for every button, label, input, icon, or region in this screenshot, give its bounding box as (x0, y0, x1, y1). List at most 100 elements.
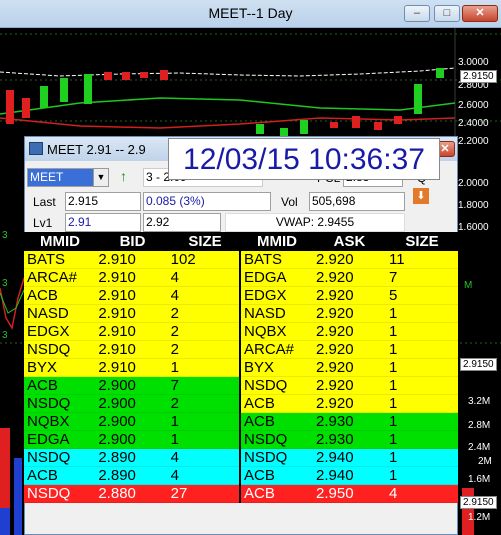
size-cell: 2 (170, 395, 180, 412)
table-row[interactable]: NSDQ 2.940 1 (241, 449, 458, 467)
vol-label: Vol (281, 195, 298, 209)
price-cell: 2.930 (316, 413, 354, 430)
table-row[interactable]: NQBX 2.900 1 (24, 413, 239, 431)
clock-display: 12/03/15 10:36:37 (168, 138, 440, 180)
level2-title: MEET 2.91 -- 2.9 (47, 142, 146, 157)
size-cell: 1 (170, 413, 180, 430)
table-row[interactable]: NSDQ 2.910 2 (24, 341, 239, 359)
price-cell: 2.910 (98, 341, 136, 358)
table-row[interactable]: ARCA# 2.920 1 (241, 341, 458, 359)
last-value: 2.915 (65, 192, 141, 211)
mmid-cell: NASD (27, 305, 69, 322)
price-cell: 2.900 (98, 413, 136, 430)
price-cell: 2.890 (98, 449, 136, 466)
chevron-down-icon[interactable]: ▼ (93, 168, 109, 187)
mmid-cell: ACB (27, 467, 58, 484)
ask-price-header[interactable]: ASK (313, 232, 386, 251)
bid-size-header[interactable]: SIZE (169, 232, 241, 251)
close-button[interactable]: ✕ (462, 5, 498, 22)
mmid-cell: ACB (244, 467, 275, 484)
ask-size-header[interactable]: SIZE (386, 232, 458, 251)
minimize-button[interactable]: – (404, 5, 430, 22)
table-row[interactable]: ACB 2.910 4 (24, 287, 239, 305)
mid-price-tag: 2.9150 (460, 358, 497, 371)
mmid-cell: BYX (27, 359, 58, 376)
side-letter: M (464, 280, 473, 291)
bid-mmid-header[interactable]: MMID (24, 232, 96, 251)
table-row[interactable]: BYX 2.920 1 (241, 359, 458, 377)
price-cell: 2.910 (98, 359, 136, 376)
size-cell: 27 (170, 485, 188, 502)
table-row[interactable]: NASD 2.910 2 (24, 305, 239, 323)
left-label: 3 (2, 230, 8, 241)
price-axis-label: 2.4000 (458, 118, 489, 129)
size-cell: 1 (389, 305, 398, 322)
price-cell: 2.920 (316, 251, 354, 268)
mmid-cell: ACB (27, 287, 58, 304)
table-row[interactable]: EDGA 2.920 7 (241, 269, 458, 287)
symbol-select[interactable]: MEET (27, 168, 95, 187)
price-cell: 2.910 (98, 269, 136, 286)
table-row[interactable]: EDGX 2.920 5 (241, 287, 458, 305)
table-row[interactable]: BATS 2.920 11 (241, 251, 458, 269)
table-row[interactable]: BATS 2.910 102 (24, 251, 239, 269)
price-axis-label: 1.8000 (458, 200, 489, 211)
table-row[interactable]: BYX 2.910 1 (24, 359, 239, 377)
size-cell: 7 (389, 269, 398, 286)
price-cell: 2.900 (98, 395, 136, 412)
price-axis-label: 2.0000 (458, 178, 489, 189)
volume-axis-label: 3.2M (468, 396, 491, 407)
mmid-cell: EDGX (244, 287, 287, 304)
price-cell: 2.920 (316, 269, 354, 286)
size-cell: 1 (389, 395, 398, 412)
size-cell: 1 (170, 431, 180, 448)
left-label: 3 (2, 330, 8, 341)
mmid-cell: ACB (244, 413, 275, 430)
table-row[interactable]: ACB 2.920 1 (241, 395, 458, 413)
ask-mmid-header[interactable]: MMID (241, 232, 313, 251)
mmid-cell: ARCA# (244, 341, 295, 358)
size-cell: 5 (389, 287, 398, 304)
mmid-cell: NSDQ (244, 449, 288, 466)
up-arrow-icon: ↑ (120, 168, 127, 184)
size-cell: 2 (170, 323, 180, 340)
table-row[interactable]: ACB 2.890 4 (24, 467, 239, 485)
price-cell: 2.920 (316, 359, 354, 376)
table-row[interactable]: NSDQ 2.900 2 (24, 395, 239, 413)
lv1-ask: 2.92 (143, 213, 221, 232)
size-cell: 1 (389, 413, 398, 430)
maximize-button[interactable]: □ (434, 5, 460, 22)
bid-price-header[interactable]: BID (96, 232, 169, 251)
mmid-cell: NSDQ (244, 377, 288, 394)
table-row[interactable]: ACB 2.930 1 (241, 413, 458, 431)
table-row[interactable]: EDGX 2.910 2 (24, 323, 239, 341)
table-row[interactable]: ACB 2.900 7 (24, 377, 239, 395)
mmid-cell: EDGA (27, 431, 70, 448)
size-cell: 4 (170, 269, 180, 286)
size-cell: 1 (389, 323, 398, 340)
mmid-cell: BYX (244, 359, 275, 376)
size-cell: 4 (389, 485, 398, 502)
window-titlebar: MEET--1 Day – □ ✕ (0, 0, 501, 28)
mmid-cell: BATS (27, 251, 66, 268)
size-cell: 1 (389, 449, 398, 466)
table-row[interactable]: NSDQ 2.930 1 (241, 431, 458, 449)
table-row[interactable]: NASD 2.920 1 (241, 305, 458, 323)
mmid-cell: ACB (244, 395, 275, 412)
orange-down-arrow-icon[interactable]: ⬇ (413, 188, 429, 204)
size-cell: 1 (389, 377, 398, 394)
volume-axis-label: 2M (478, 456, 492, 467)
table-row[interactable]: NSDQ 2.880 27 (24, 485, 239, 503)
ask-side: BATS 2.920 11 EDGA 2.920 7 EDGX 2.920 5 NASD 2.920… (241, 251, 458, 503)
table-row[interactable]: ACB 2.950 4 (241, 485, 458, 503)
size-cell: 1 (389, 341, 398, 358)
table-row[interactable]: ACB 2.940 1 (241, 467, 458, 485)
lv1-label: Lv1 (33, 216, 53, 230)
table-row[interactable]: NSDQ 2.890 4 (24, 449, 239, 467)
table-row[interactable]: NQBX 2.920 1 (241, 323, 458, 341)
table-row[interactable]: EDGA 2.900 1 (24, 431, 239, 449)
table-row[interactable]: ARCA# 2.910 4 (24, 269, 239, 287)
price-cell: 2.900 (98, 431, 136, 448)
table-row[interactable]: NSDQ 2.920 1 (241, 377, 458, 395)
price-cell: 2.910 (98, 287, 136, 304)
